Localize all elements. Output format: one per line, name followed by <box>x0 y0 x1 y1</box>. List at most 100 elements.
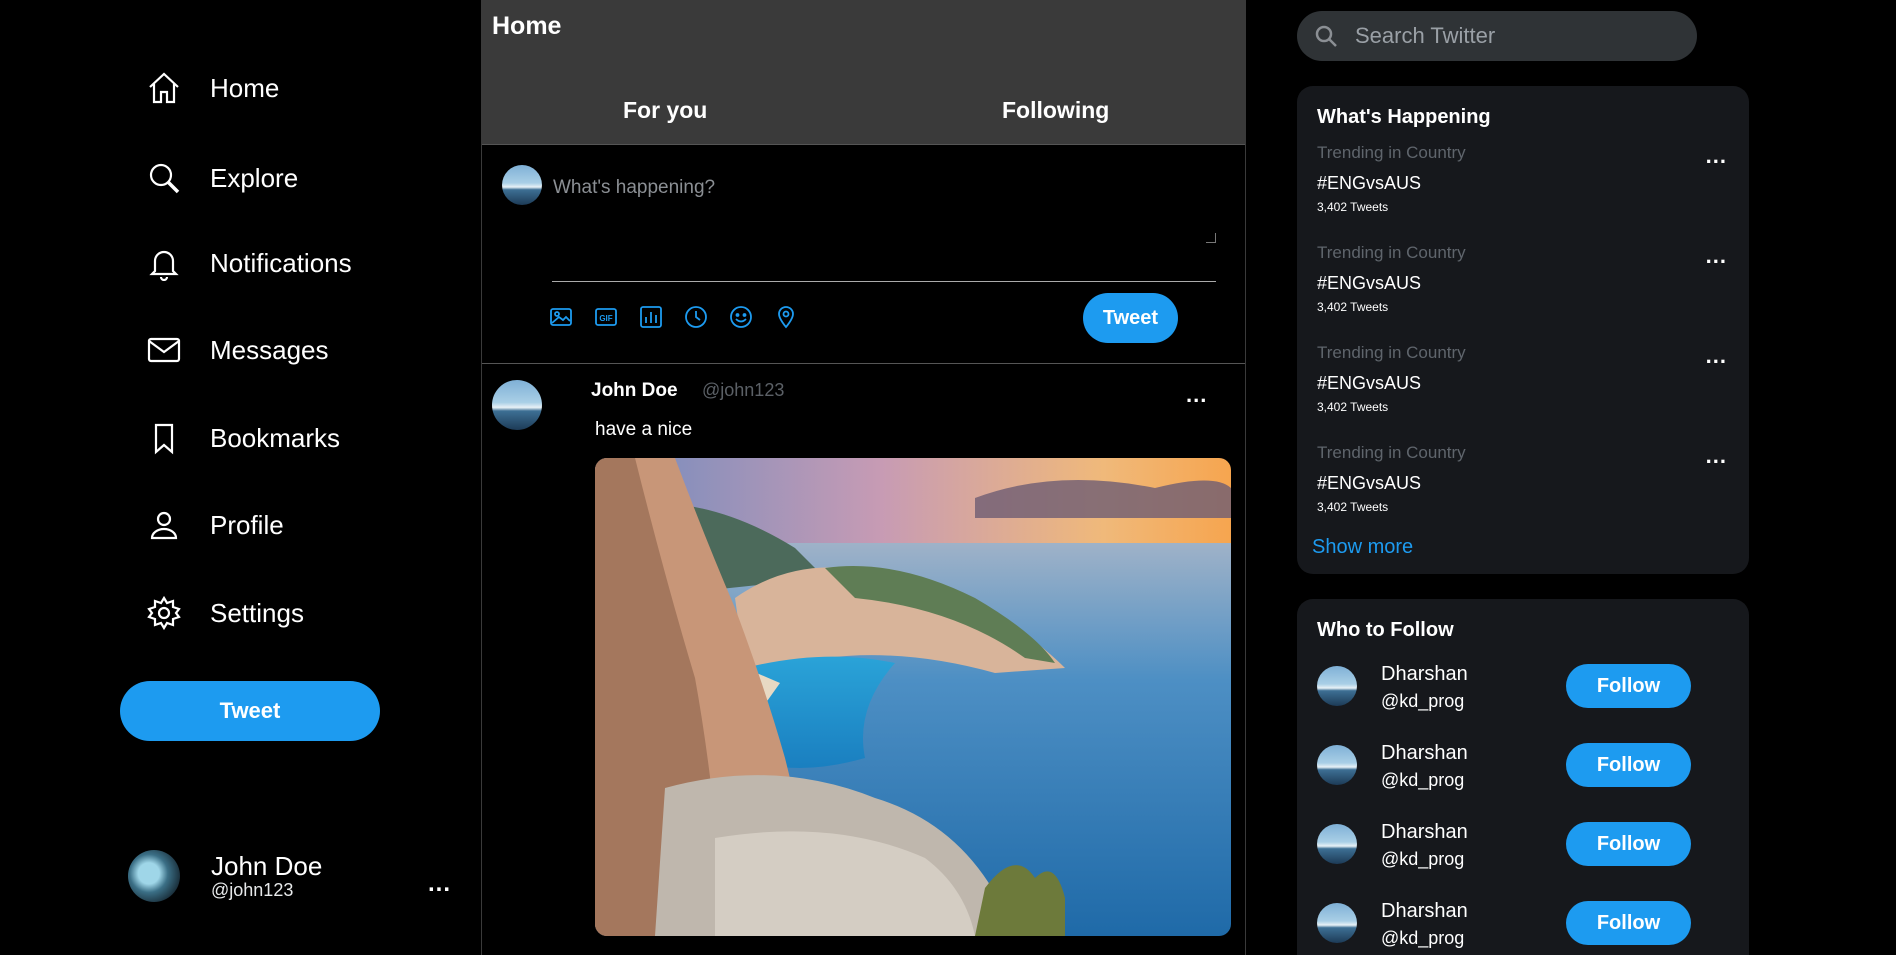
schedule-icon[interactable] <box>683 304 709 330</box>
suggestion-name[interactable]: Dharshan <box>1381 742 1468 765</box>
suggestion-handle: @kd_prog <box>1381 849 1465 869</box>
gif-icon[interactable]: GIF <box>593 304 619 330</box>
follow-button[interactable]: Follow <box>1566 743 1691 787</box>
avatar <box>128 850 180 902</box>
more-icon[interactable]: ... <box>1706 143 1727 169</box>
more-icon[interactable]: ... <box>428 870 451 898</box>
more-icon[interactable]: ... <box>1706 443 1727 469</box>
more-icon[interactable]: ... <box>1706 243 1727 269</box>
envelope-icon <box>147 337 181 363</box>
trend-item[interactable]: Trending in Country #ENGvsAUS 3,402 Twee… <box>1317 143 1727 233</box>
more-icon[interactable]: ... <box>1706 343 1727 369</box>
suggestion-name[interactable]: Dharshan <box>1381 821 1468 844</box>
compose-tweet-button[interactable]: Tweet <box>1083 293 1178 343</box>
location-icon[interactable] <box>773 304 799 330</box>
trend-count: 3,402 Tweets <box>1317 400 1389 414</box>
compose-input[interactable] <box>553 177 1216 227</box>
follow-button[interactable]: Follow <box>1566 664 1691 708</box>
follow-button[interactable]: Follow <box>1566 822 1691 866</box>
page-title: Home <box>492 12 562 40</box>
trend-item[interactable]: Trending in Country #ENGvsAUS 3,402 Twee… <box>1317 243 1727 333</box>
who-to-follow-title: Who to Follow <box>1317 619 1454 641</box>
nav-label: Home <box>210 72 280 103</box>
follow-suggestion: Dharshan @kd_prog Follow <box>1317 821 1727 881</box>
gear-icon <box>147 595 181 631</box>
search-icon <box>1315 25 1337 47</box>
divider <box>552 281 1216 282</box>
nav-label: Bookmarks <box>210 422 341 453</box>
nav-label: Profile <box>210 509 284 540</box>
account-handle: @john123 <box>211 879 294 900</box>
trend-count: 3,402 Tweets <box>1317 500 1389 514</box>
nav-item-notifications[interactable]: Notifications <box>146 239 352 287</box>
follow-button[interactable]: Follow <box>1566 901 1691 945</box>
who-to-follow-card: Who to Follow Dharshan @kd_prog Follow D… <box>1297 599 1749 955</box>
tweet-button[interactable]: Tweet <box>120 681 380 741</box>
trend-context: Trending in Country <box>1317 343 1466 362</box>
nav-label: Notifications <box>210 247 352 278</box>
suggestion-handle: @kd_prog <box>1381 928 1465 948</box>
main-timeline: Home For you Following GIF Tweet John Do… <box>481 0 1246 955</box>
home-icon <box>149 72 179 104</box>
resize-handle[interactable] <box>1206 233 1216 243</box>
trend-count: 3,402 Tweets <box>1317 200 1389 214</box>
emoji-icon[interactable] <box>728 304 754 330</box>
image-icon[interactable] <box>548 304 574 330</box>
show-more-link[interactable]: Show more <box>1312 536 1413 559</box>
bookmark-icon <box>154 423 174 455</box>
tweet-composer: GIF Tweet <box>482 145 1245 364</box>
avatar[interactable] <box>1317 745 1357 785</box>
tweet-card: John Doe @john123 ... have a nice <box>482 364 1245 955</box>
trend-tag: #ENGvsAUS <box>1317 473 1422 493</box>
avatar[interactable] <box>1317 824 1357 864</box>
trend-context: Trending in Country <box>1317 243 1466 262</box>
avatar <box>502 165 542 205</box>
search-input[interactable] <box>1355 23 1675 49</box>
left-sidebar: Home Explore Notifications Messages Book… <box>0 0 481 955</box>
svg-text:GIF: GIF <box>599 314 612 323</box>
person-icon <box>150 511 178 540</box>
search-bar[interactable] <box>1297 11 1697 61</box>
search-icon <box>149 163 180 194</box>
follow-suggestion: Dharshan @kd_prog Follow <box>1317 742 1727 802</box>
trends-card: What's Happening Trending in Country #EN… <box>1297 86 1749 574</box>
trend-context: Trending in Country <box>1317 143 1466 162</box>
trend-count: 3,402 Tweets <box>1317 300 1389 314</box>
suggestion-name[interactable]: Dharshan <box>1381 663 1468 686</box>
trends-title: What's Happening <box>1317 106 1491 128</box>
tweet-author-name[interactable]: John Doe <box>591 380 678 402</box>
tweet-author-handle[interactable]: @john123 <box>702 380 784 401</box>
nav-item-explore[interactable]: Explore <box>146 154 298 202</box>
poll-icon[interactable] <box>638 304 664 330</box>
nav-item-profile[interactable]: Profile <box>146 501 284 549</box>
avatar[interactable] <box>1317 903 1357 943</box>
nav-item-settings[interactable]: Settings <box>146 589 304 637</box>
trend-tag: #ENGvsAUS <box>1317 273 1422 293</box>
trend-item[interactable]: Trending in Country #ENGvsAUS 3,402 Twee… <box>1317 343 1727 433</box>
suggestion-handle: @kd_prog <box>1381 770 1465 790</box>
follow-suggestion: Dharshan @kd_prog Follow <box>1317 663 1727 723</box>
account-switcher[interactable]: John Doe @john123 <box>128 850 322 902</box>
trend-item[interactable]: Trending in Country #ENGvsAUS 3,402 Twee… <box>1317 443 1727 533</box>
tab-for-you[interactable]: For you <box>623 97 707 124</box>
avatar[interactable] <box>492 380 542 430</box>
account-name: John Doe <box>211 850 323 881</box>
avatar[interactable] <box>1317 666 1357 706</box>
bell-icon <box>149 250 179 281</box>
tab-following[interactable]: Following <box>1002 97 1109 124</box>
suggestion-name[interactable]: Dharshan <box>1381 900 1468 923</box>
tweet-image[interactable] <box>595 458 1231 936</box>
follow-suggestion: Dharshan @kd_prog Follow <box>1317 900 1727 955</box>
nav-item-bookmarks[interactable]: Bookmarks <box>146 414 340 462</box>
timeline-header: Home For you Following <box>482 0 1245 145</box>
trend-context: Trending in Country <box>1317 443 1466 462</box>
nav-label: Explore <box>210 162 299 193</box>
more-icon[interactable]: ... <box>1186 382 1207 408</box>
trend-tag: #ENGvsAUS <box>1317 373 1422 393</box>
trend-tag: #ENGvsAUS <box>1317 173 1422 193</box>
nav-label: Settings <box>210 597 304 628</box>
nav-item-home[interactable]: Home <box>146 64 279 112</box>
nav-label: Messages <box>210 334 329 365</box>
nav-item-messages[interactable]: Messages <box>146 326 329 374</box>
suggestion-handle: @kd_prog <box>1381 691 1465 711</box>
